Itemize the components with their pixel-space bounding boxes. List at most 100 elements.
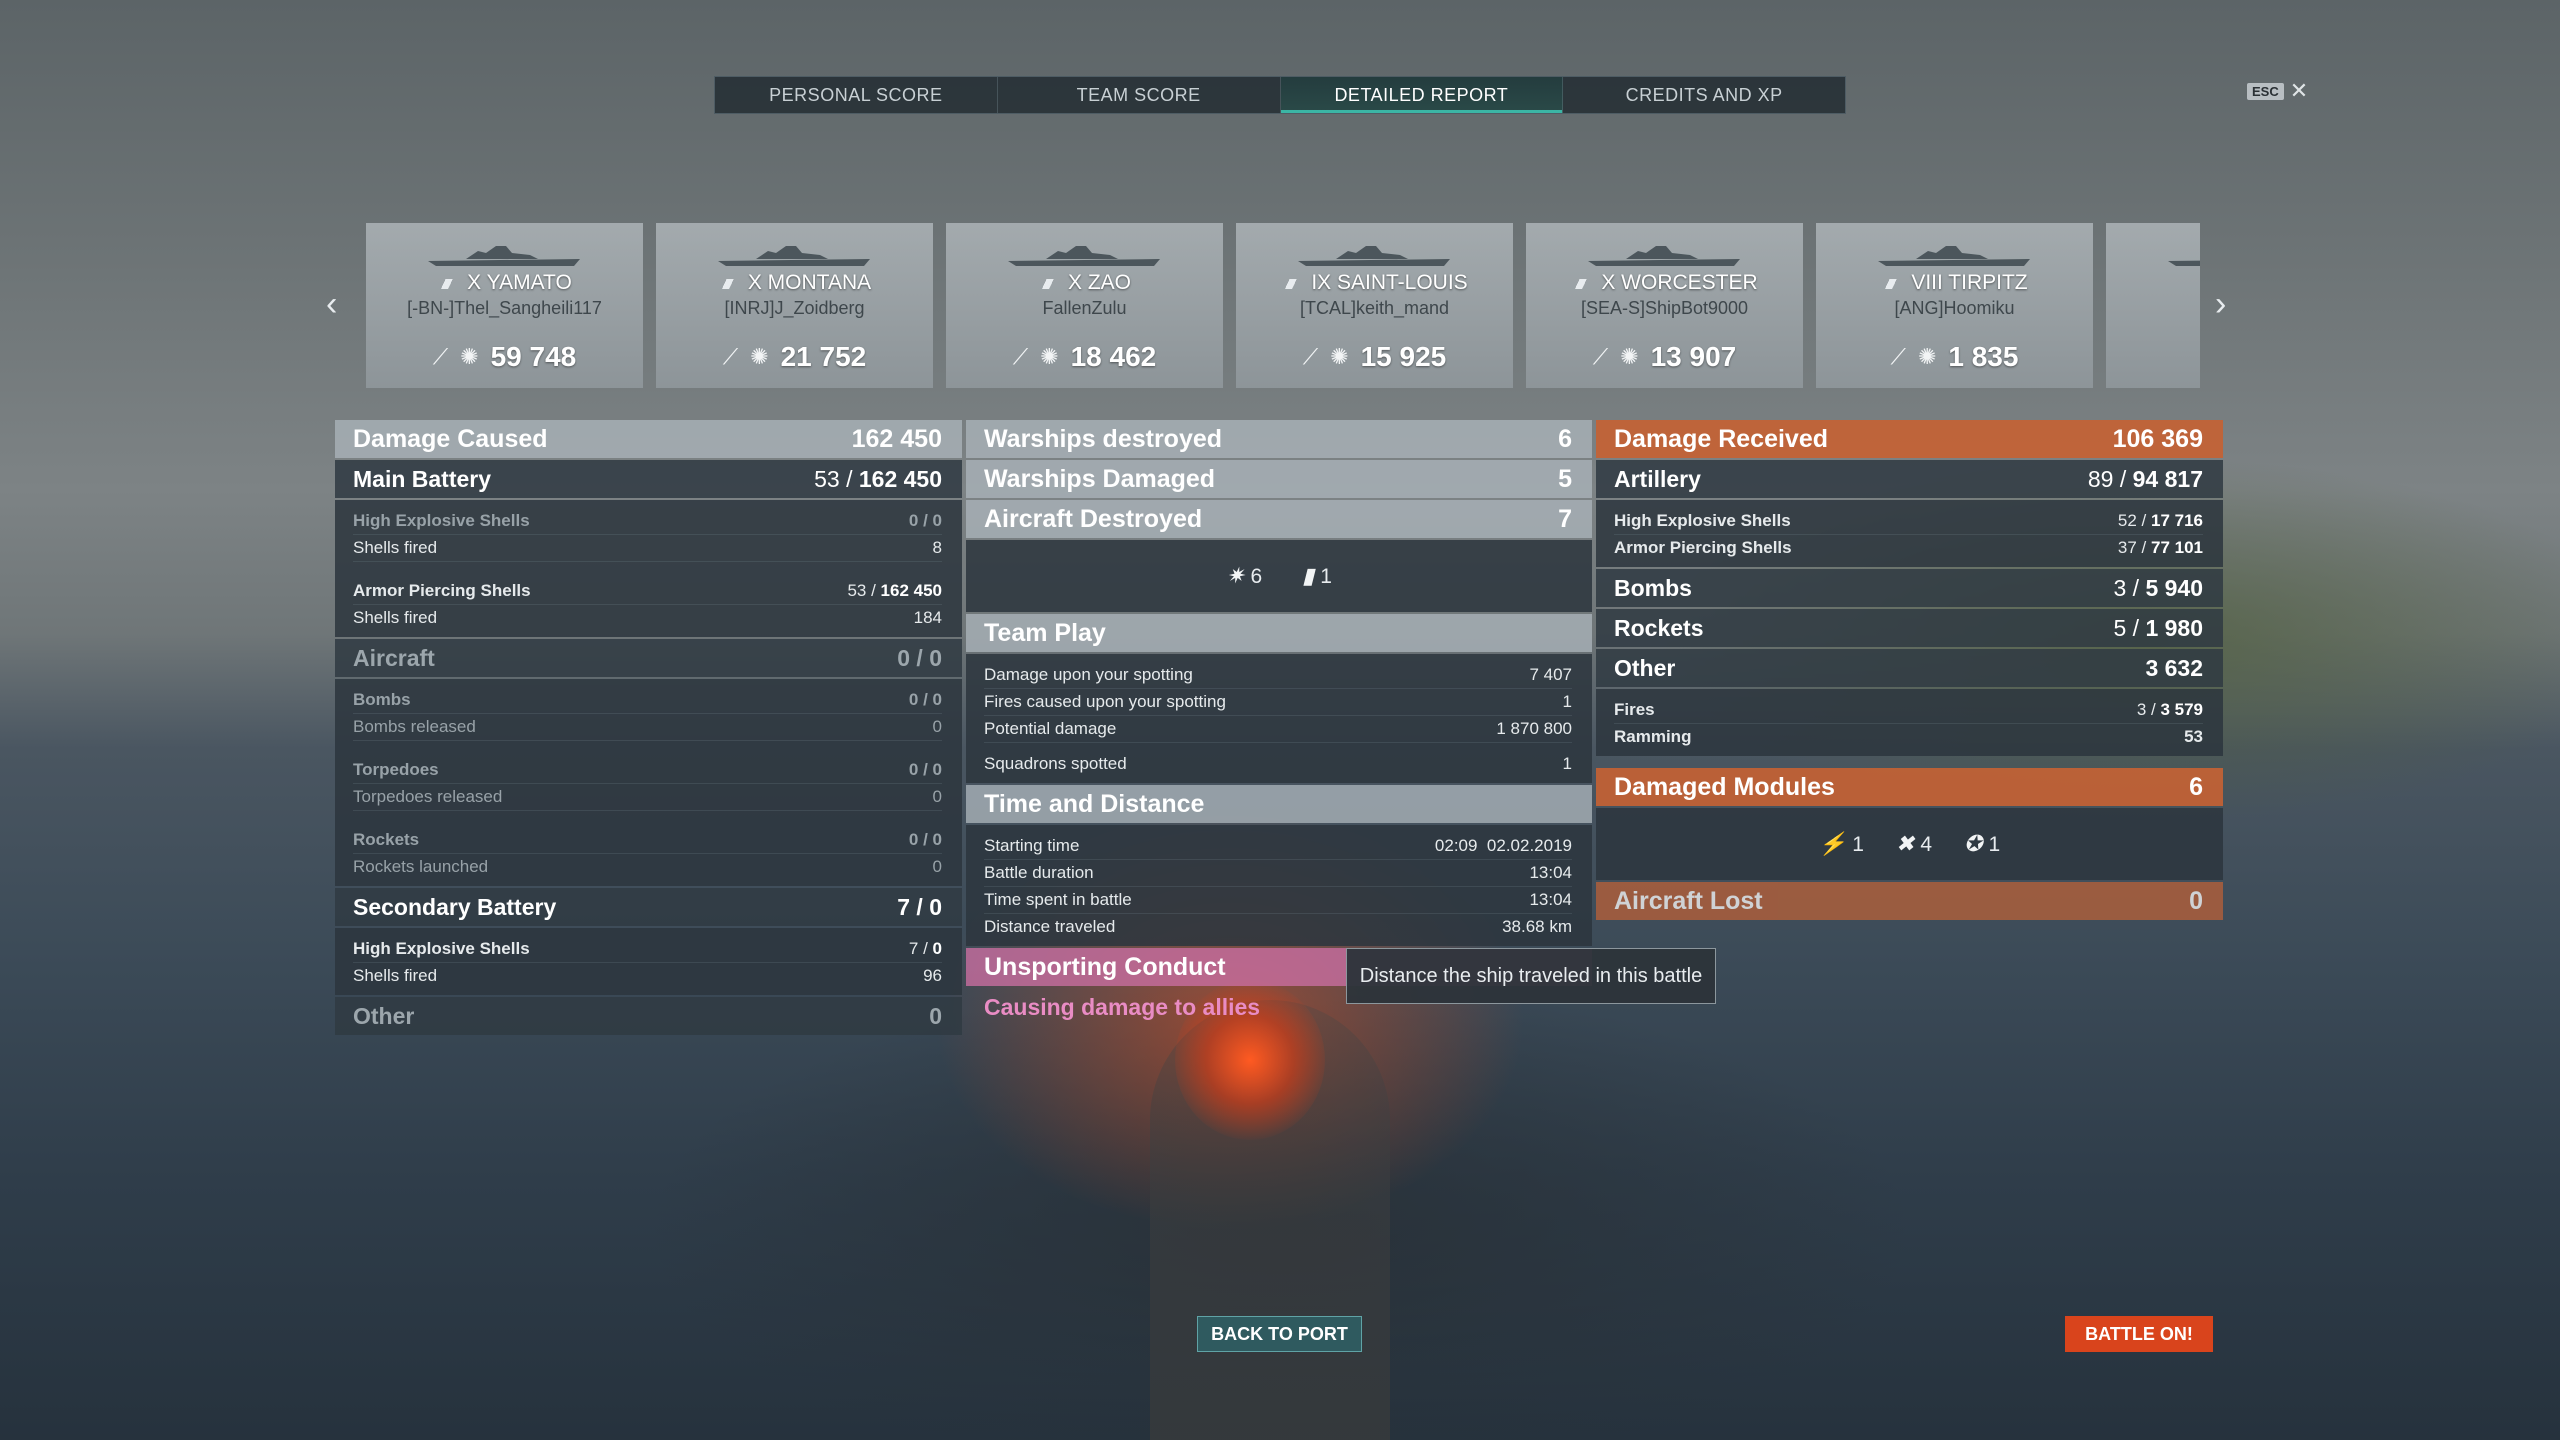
team-play-row: Potential damage 1 870 800	[984, 716, 1572, 743]
battle-on-button[interactable]: BATTLE ON!	[2065, 1316, 2213, 1352]
distance-traveled-row[interactable]: Distance traveled 38.68 km	[984, 914, 1572, 940]
ship-name: IX SAINT-LOUIS	[1236, 271, 1513, 295]
bombs-row: Bombs 0 / 0	[353, 687, 942, 714]
ship-name: X ZAO	[946, 271, 1223, 295]
turret-damage-icon: ✪	[1964, 831, 1983, 856]
ship-class-icon	[437, 279, 462, 289]
torpedo-icon: ⟋	[1012, 344, 1029, 369]
ship-class-icon	[1037, 279, 1062, 289]
received-bombs-row: Bombs 3 / 5 940	[1596, 569, 2223, 607]
damage-burst-icon: ✺	[1330, 344, 1349, 369]
card-damage-value: 13 907	[1650, 341, 1737, 372]
damage-burst-icon: ✺	[460, 344, 479, 369]
damage-caused-header: Damage Caused 162 450	[335, 420, 962, 458]
ship-class-icon	[717, 279, 742, 289]
card-stats: ⟋ ✺ 21 752	[656, 341, 933, 373]
main-battery-label: Main Battery	[353, 465, 492, 492]
close-icon: ✕	[2289, 78, 2309, 103]
torpedoes-row: Torpedoes 0 / 0	[353, 757, 942, 784]
card-stats: ⟋ ✺ 1 835	[1816, 341, 2093, 373]
ship-name: X	[2106, 271, 2200, 295]
torpedo-icon: ⟋	[1302, 344, 1319, 369]
other-damage-header: Other 0	[335, 997, 962, 1035]
player-name: [JS	[2106, 298, 2200, 319]
ship-card[interactable]: X WORCESTER [SEA-S]ShipBot9000 ⟋ ✺ 13 907	[1526, 223, 1803, 388]
ship-class-icon	[1881, 279, 1906, 289]
team-play-row: Squadrons spotted 1	[984, 754, 1572, 773]
tab-team-score[interactable]: TEAM SCORE	[998, 77, 1281, 113]
ship-silhouette-icon	[2168, 260, 2200, 266]
back-to-port-button[interactable]: BACK TO PORT	[1197, 1316, 1362, 1352]
warships-damaged-header: Warships Damaged 5	[966, 460, 1592, 498]
card-damage-value: 1 835	[1948, 341, 2019, 372]
warships-destroyed-header: Warships destroyed 6	[966, 420, 1592, 458]
artillery-details: High Explosive Shells 52 / 17 716 Armor P…	[1596, 500, 2223, 567]
tab-credits-xp[interactable]: CREDITS AND XP	[1563, 77, 1845, 113]
carousel-prev-arrow[interactable]: ‹	[326, 285, 337, 324]
main-battery-details: High Explosive Shells 0 / 0 Shells fired 8…	[335, 500, 962, 637]
damage-burst-icon: ✺	[1040, 344, 1059, 369]
fires-row: Fires 3 / 3 579	[1614, 697, 2203, 724]
aircraft-lost-header: Aircraft Lost 0	[1596, 882, 2223, 920]
esc-key-label: ESC	[2247, 82, 2284, 100]
time-distance-details: Starting time 02:09 02.02.2019 Battle dur…	[966, 825, 1592, 946]
damage-burst-icon: ✺	[750, 344, 769, 369]
card-damage-value: 21 752	[780, 341, 867, 372]
ship-card[interactable]: VIII TIRPITZ [ANG]Hoomiku ⟋ ✺ 1 835	[1816, 223, 2093, 388]
achievements-panel: Warships destroyed 6 Warships Damaged 5 Ai…	[966, 420, 1592, 1021]
ship-silhouette-icon	[1298, 246, 1450, 266]
ship-class-icon	[1281, 279, 1306, 289]
team-play-header: Team Play	[966, 614, 1592, 652]
ship-silhouette-icon	[1008, 246, 1160, 266]
received-other-header: Other 3 632	[1596, 649, 2223, 687]
damaged-modules-header: Damaged Modules 6	[1596, 768, 2223, 806]
tab-bar: PERSONAL SCORE TEAM SCORE DETAILED REPOR…	[714, 76, 1846, 114]
fighter-consumable-icon: ▮	[1302, 563, 1315, 588]
artillery-header: Artillery 89 / 94 817	[1596, 460, 2223, 498]
damage-caused-panel: Damage Caused 162 450 Main Battery 53 / …	[335, 420, 962, 1037]
damage-burst-icon: ✺	[1620, 344, 1639, 369]
engine-damage-icon: ⚡	[1818, 831, 1847, 856]
ship-card[interactable]: IX SAINT-LOUIS [TCAL]keith_mand ⟋ ✺ 15 925	[1236, 223, 1513, 388]
ap-shells-fired-row: Shells fired 184	[353, 608, 942, 627]
he-shells-row: High Explosive Shells 0 / 0	[353, 508, 942, 535]
card-damage-value: 15 925	[1360, 341, 1447, 372]
ship-card[interactable]: X YAMATO [-BN-]Thel_Sangheili117 ⟋ ✺ 59 748	[366, 223, 643, 388]
battle-duration-row: Battle duration 13:04	[984, 860, 1572, 887]
ship-class-icon	[1571, 279, 1596, 289]
card-stats: ⟋✺	[2106, 341, 2200, 367]
card-damage-value: 59 748	[490, 341, 577, 372]
card-stats: ⟋ ✺ 59 748	[366, 341, 643, 373]
main-battery-header: Main Battery 53 / 162 450	[335, 460, 962, 498]
he-shells-fired-row: Shells fired 8	[353, 535, 942, 562]
tab-personal-score[interactable]: PERSONAL SCORE	[715, 77, 998, 113]
received-rockets-row: Rockets 5 / 1 980	[1596, 609, 2223, 647]
damage-caused-label: Damage Caused	[353, 424, 548, 453]
card-stats: ⟋ ✺ 18 462	[946, 341, 1223, 373]
ship-name: X MONTANA	[656, 271, 933, 295]
ramming-row: Ramming 53	[1614, 727, 2203, 746]
ship-card[interactable]: X MONTANA [INRJ]J_Zoidberg ⟋ ✺ 21 752	[656, 223, 933, 388]
main-battery-value: 53 / 162 450	[814, 465, 942, 492]
torpedoes-released-row: Torpedoes released 0	[353, 784, 942, 811]
ship-card[interactable]: X ZAO FallenZulu ⟋ ✺ 18 462	[946, 223, 1223, 388]
ship-silhouette-icon	[1878, 246, 2030, 266]
carousel-next-arrow[interactable]: ›	[2215, 285, 2226, 324]
team-play-details: Damage upon your spotting 7 407 Fires cau…	[966, 654, 1592, 783]
received-he-row: High Explosive Shells 52 / 17 716	[1614, 508, 2203, 535]
player-name: [SEA-S]ShipBot9000	[1580, 298, 1749, 318]
player-name: FallenZulu	[1042, 298, 1127, 318]
team-play-row: Fires caused upon your spotting 1	[984, 689, 1572, 716]
card-stats: ⟋ ✺ 13 907	[1526, 341, 1803, 373]
team-play-row: Damage upon your spotting 7 407	[984, 662, 1572, 689]
plane-shot-down-icon: ✷	[1226, 563, 1245, 588]
steering-damage-icon: ✖	[1895, 831, 1915, 856]
ship-card[interactable]: X [JS ⟋✺	[2106, 223, 2200, 388]
tab-detailed-report[interactable]: DETAILED REPORT	[1280, 77, 1564, 113]
aircraft-destroyed-header: Aircraft Destroyed 7	[966, 500, 1592, 538]
damage-caused-value: 162 450	[851, 424, 942, 453]
ship-name: X YAMATO	[366, 271, 643, 295]
close-button[interactable]: ESC ✕	[2247, 80, 2308, 102]
secondary-battery-header: Secondary Battery 7 / 0	[335, 888, 962, 926]
player-name: [ANG]Hoomiku	[1894, 298, 2015, 318]
